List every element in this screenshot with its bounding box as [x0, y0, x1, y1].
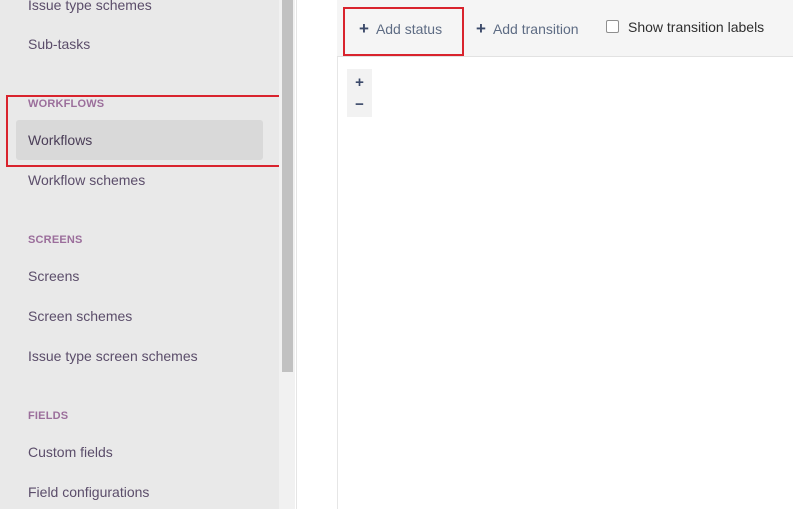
section-heading-fields: FIELDS	[28, 410, 69, 422]
zoom-out-button[interactable]: −	[347, 93, 372, 117]
add-transition-label: Add transition	[492, 20, 579, 37]
show-transition-labels-label: Show transition labels	[628, 18, 765, 35]
workflow-toolbar: + Add status + Add transition Show trans…	[337, 0, 793, 57]
sidebar-item-workflows[interactable]: Workflows	[16, 120, 263, 160]
sidebar-item-issue-type-schemes[interactable]: Issue type schemes	[16, 0, 263, 25]
zoom-in-button[interactable]: +	[347, 71, 372, 95]
show-transition-labels-checkbox[interactable]	[606, 20, 619, 33]
section-heading-screens: SCREENS	[28, 234, 83, 246]
admin-sidebar: Issue type schemes Sub-tasks WORKFLOWS W…	[0, 0, 279, 509]
add-status-button[interactable]: + Add status	[359, 0, 442, 57]
canvas-left-border	[337, 57, 338, 509]
sidebar-item-workflow-schemes[interactable]: Workflow schemes	[16, 160, 263, 200]
sidebar-item-field-configurations[interactable]: Field configurations	[16, 472, 263, 509]
plus-icon: +	[359, 19, 369, 38]
sidebar-scrollbar-thumb[interactable]	[282, 0, 293, 372]
sidebar-item-screens[interactable]: Screens	[16, 256, 263, 296]
plus-icon: +	[476, 19, 486, 38]
add-transition-button[interactable]: + Add transition	[476, 0, 579, 57]
sidebar-item-issue-type-screen-schemes[interactable]: Issue type screen schemes	[16, 336, 263, 376]
show-transition-labels-toggle[interactable]: Show transition labels	[606, 0, 764, 55]
sidebar-item-sub-tasks[interactable]: Sub-tasks	[16, 24, 263, 64]
sidebar-item-screen-schemes[interactable]: Screen schemes	[16, 296, 263, 336]
section-heading-workflows: WORKFLOWS	[28, 98, 105, 110]
sidebar-item-custom-fields[interactable]: Custom fields	[16, 432, 263, 472]
add-status-label: Add status	[375, 20, 443, 37]
zoom-controls: + −	[347, 69, 372, 117]
